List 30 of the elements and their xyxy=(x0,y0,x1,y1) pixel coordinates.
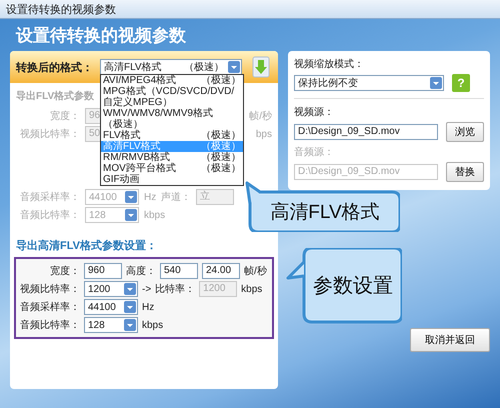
field-label: 高度： xyxy=(126,264,156,278)
unit-label: kbps xyxy=(144,210,166,220)
section-heading: 导出高清FLV格式参数设置： xyxy=(16,238,157,253)
callout-label: 参数设置 xyxy=(313,274,393,298)
field-label: 音频源： xyxy=(294,146,335,159)
unit-label: 帧/秒 xyxy=(244,264,267,278)
unit-label: kbps xyxy=(241,284,262,294)
unit-label: Hz xyxy=(142,302,154,312)
field-label: 视频比特率： xyxy=(19,128,80,141)
window-title: 设置待转换的视频参数 xyxy=(6,2,116,16)
field-label: 宽度： xyxy=(49,110,80,123)
field-label: 视频缩放模式： xyxy=(294,58,365,71)
unit-label: bps xyxy=(256,128,272,140)
dialog-heading: 设置待转换的视频参数 xyxy=(16,24,186,46)
field-label: 音频比特率： xyxy=(19,208,80,222)
field-label: 比特率： xyxy=(155,282,196,296)
unit-label: Hz xyxy=(144,192,156,202)
field-label: 视频比特率： xyxy=(20,282,80,296)
field-label: 音频采样率： xyxy=(20,300,80,314)
format-label: 转换后的格式： xyxy=(16,60,94,74)
callout-label: 高清FLV格式 xyxy=(270,201,380,225)
field-label: 音频采样率： xyxy=(19,190,80,204)
field-label: 宽度： xyxy=(49,264,80,278)
unit-label: -> xyxy=(142,284,152,294)
unit-label: kbps xyxy=(142,320,164,330)
unit-label: 帧/秒 xyxy=(249,110,272,123)
section-heading: 导出FLV格式参数 xyxy=(16,90,94,103)
field-label: 音频比特率： xyxy=(20,318,80,332)
field-label: 视频源： xyxy=(294,106,335,119)
field-label: 声道： xyxy=(161,190,192,204)
